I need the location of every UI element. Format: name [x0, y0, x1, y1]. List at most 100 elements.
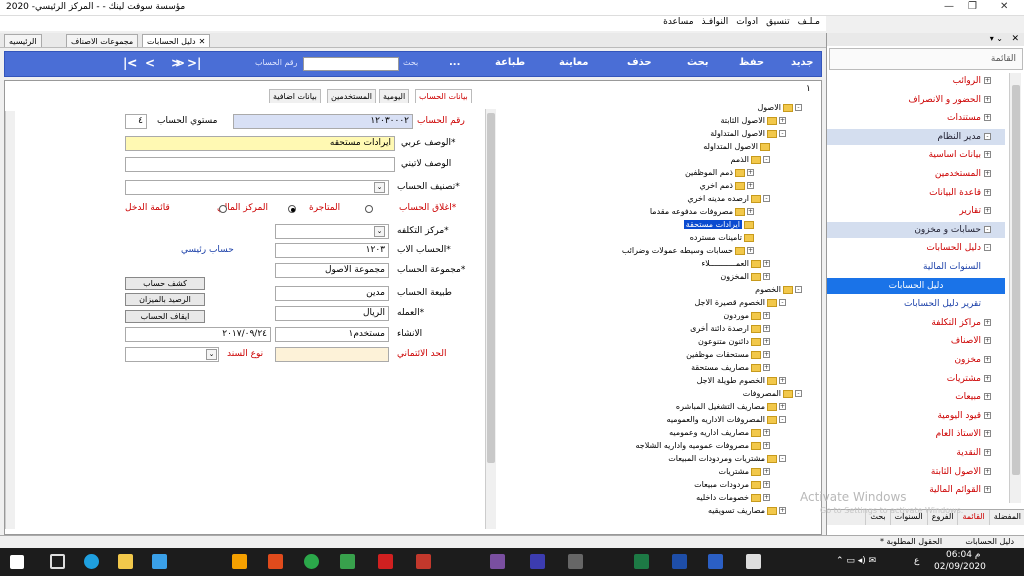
preview-button[interactable]: معاينة [559, 57, 589, 68]
expand-icon[interactable]: + [984, 430, 991, 438]
expand-icon[interactable]: + [763, 364, 770, 371]
credit-field[interactable] [275, 347, 389, 362]
side-scrollbar[interactable] [1009, 73, 1021, 503]
expand-icon[interactable]: + [763, 442, 770, 449]
tree-node[interactable]: + خصومات داخليه [696, 493, 770, 502]
side-menu-item[interactable]: مدير النظام - [827, 128, 1005, 145]
restore-icon[interactable]: ❐ [968, 1, 977, 12]
collapse-icon[interactable]: - [795, 286, 802, 293]
tree-node[interactable]: + الخصوم طويلة الاجل [697, 376, 786, 385]
expand-icon[interactable]: + [747, 208, 754, 215]
menu-item[interactable]: النوافـذ [702, 17, 729, 27]
tree-node[interactable]: - الاصول المتداولة [710, 129, 786, 138]
nav-prev-icon[interactable]: < [145, 56, 155, 70]
currency-field[interactable]: الريال [275, 306, 389, 321]
expand-icon[interactable]: + [984, 393, 991, 401]
expand-icon[interactable]: + [747, 169, 754, 176]
tree-node[interactable]: + مصاريف تسويقيه [708, 506, 786, 515]
nav-next-icon[interactable]: > [175, 56, 185, 70]
side-menu-item[interactable]: قاعدة البيانات + [827, 185, 1005, 201]
more-button[interactable]: ... [449, 57, 460, 68]
expand-icon[interactable]: + [984, 374, 991, 382]
desc-en-field[interactable] [125, 157, 395, 172]
collapse-icon[interactable]: - [795, 390, 802, 397]
print-button[interactable]: طباعة [495, 57, 525, 68]
task-view-icon[interactable] [50, 554, 65, 569]
tab-journal[interactable]: اليومية [379, 89, 410, 103]
tree-node[interactable]: + دائنون متنوعون [698, 337, 770, 346]
chrome-icon[interactable] [304, 554, 319, 569]
side-menu-item[interactable]: مشتريات + [827, 371, 1005, 387]
expand-icon[interactable]: + [984, 95, 991, 103]
tree-node[interactable]: - مشتريات ومردودات المبيعات [668, 454, 786, 463]
created-by-field[interactable]: مستخدم١ [275, 327, 389, 342]
side-menu-item[interactable]: بيانات اساسية + [827, 147, 1005, 163]
expand-icon[interactable]: + [747, 182, 754, 189]
tree-node[interactable]: + ذمم الموظفين [685, 168, 754, 177]
side-tab[interactable]: المفضلة [988, 510, 1024, 525]
tree-node[interactable]: + مصاريف مستحقة [691, 363, 770, 372]
tree-node[interactable]: - المصروفات الاداريه والعموميه [667, 415, 786, 424]
side-menu-item[interactable]: قيود اليومية + [827, 408, 1005, 424]
start-icon[interactable] [10, 555, 24, 569]
expand-icon[interactable]: + [984, 170, 991, 177]
chevron-down-icon[interactable]: ⌄ [206, 349, 217, 360]
balance-button[interactable]: الرصيد بالميزان [125, 293, 205, 306]
side-menu-item[interactable]: الحضور و الانصراف + [827, 92, 1005, 108]
tree-node[interactable]: الاصول المتداوله [703, 142, 770, 151]
tree-node[interactable]: ايرادات مستحقة [683, 220, 754, 229]
expand-icon[interactable]: + [984, 207, 991, 215]
lang-indicator[interactable]: ع [914, 556, 919, 566]
app-icon[interactable] [416, 554, 431, 569]
tree-node[interactable]: + موردون [723, 311, 770, 320]
expand-icon[interactable]: + [779, 507, 786, 514]
side-menu-item[interactable]: الاصناف + [827, 333, 1005, 349]
group-field[interactable]: مجموعة الاصول [275, 263, 389, 278]
tree-node[interactable]: + العمـــــــــــلاء [702, 259, 770, 268]
save-button[interactable]: حفظ [739, 57, 764, 68]
side-menu-item[interactable]: المستخدمين + [827, 166, 1005, 182]
parent-field[interactable]: ١٢٠٣ [275, 243, 389, 258]
search-button[interactable]: بحث [687, 57, 709, 68]
expand-icon[interactable]: + [984, 411, 991, 419]
delete-button[interactable]: حذف [627, 57, 652, 68]
tree-node[interactable]: - الذمم [731, 155, 770, 164]
side-menu-item[interactable]: حسابات و مخزون - [827, 221, 1005, 238]
chevron-down-icon[interactable]: ⌄ [374, 182, 385, 193]
expand-icon[interactable]: + [763, 468, 770, 475]
tree-node[interactable]: - الخصوم قصيرة الاجل [694, 298, 786, 307]
collapse-icon[interactable]: - [763, 195, 770, 202]
expand-icon[interactable]: + [763, 260, 770, 267]
expand-icon[interactable]: + [763, 481, 770, 488]
mail-icon[interactable] [152, 554, 167, 569]
tree-node[interactable]: + ارصدة دائنة أخرى [690, 324, 770, 333]
tree-node[interactable]: + مشتريات [719, 467, 770, 476]
expand-icon[interactable]: + [779, 117, 786, 124]
tree-node[interactable]: + حسابات وسيطه عمولات وضرائب [622, 246, 754, 255]
nav-last-icon[interactable]: >| [187, 56, 201, 70]
collapse-icon[interactable]: - [984, 225, 991, 233]
tab-users[interactable]: المستخدمين [327, 89, 376, 103]
expand-icon[interactable]: + [763, 429, 770, 436]
app-icon[interactable] [530, 554, 545, 569]
expand-icon[interactable]: + [984, 188, 991, 196]
panel-scrollbar[interactable] [5, 111, 15, 529]
tree-node[interactable]: + مصاريف التشغيل المباشره [676, 402, 786, 411]
side-menu-item[interactable]: الروائب + [827, 73, 1005, 89]
side-menu-item[interactable]: النقدية + [827, 445, 1005, 461]
tab-home[interactable]: الرئيسيه [4, 34, 42, 47]
expand-icon[interactable]: + [984, 77, 991, 84]
level-field[interactable]: ٤ [125, 114, 147, 129]
tree-node[interactable]: - ارصده مدينه اخري [687, 194, 770, 203]
tree-node[interactable]: + مصروفات عموميه واداريه الشلاجه [636, 441, 770, 450]
tab-account-data[interactable]: بيانات الحساب [415, 89, 472, 103]
stop-account-button[interactable]: ايقاف الحساب [125, 310, 205, 323]
tab-chart-of-accounts[interactable]: دليل الحسابات ✕ [142, 34, 211, 47]
tab-extra-data[interactable]: بيانات اضافية [269, 89, 321, 103]
statement-button[interactable]: كشف حساب [125, 277, 205, 290]
side-menu-item[interactable]: الاستاذ العام + [827, 426, 1005, 442]
app-icon[interactable] [672, 554, 687, 569]
expand-icon[interactable]: + [763, 325, 770, 332]
pin-icon[interactable]: ▾ ⌄ [990, 34, 1003, 43]
desc-ar-field[interactable]: ايرادات مستحقه [125, 136, 395, 151]
